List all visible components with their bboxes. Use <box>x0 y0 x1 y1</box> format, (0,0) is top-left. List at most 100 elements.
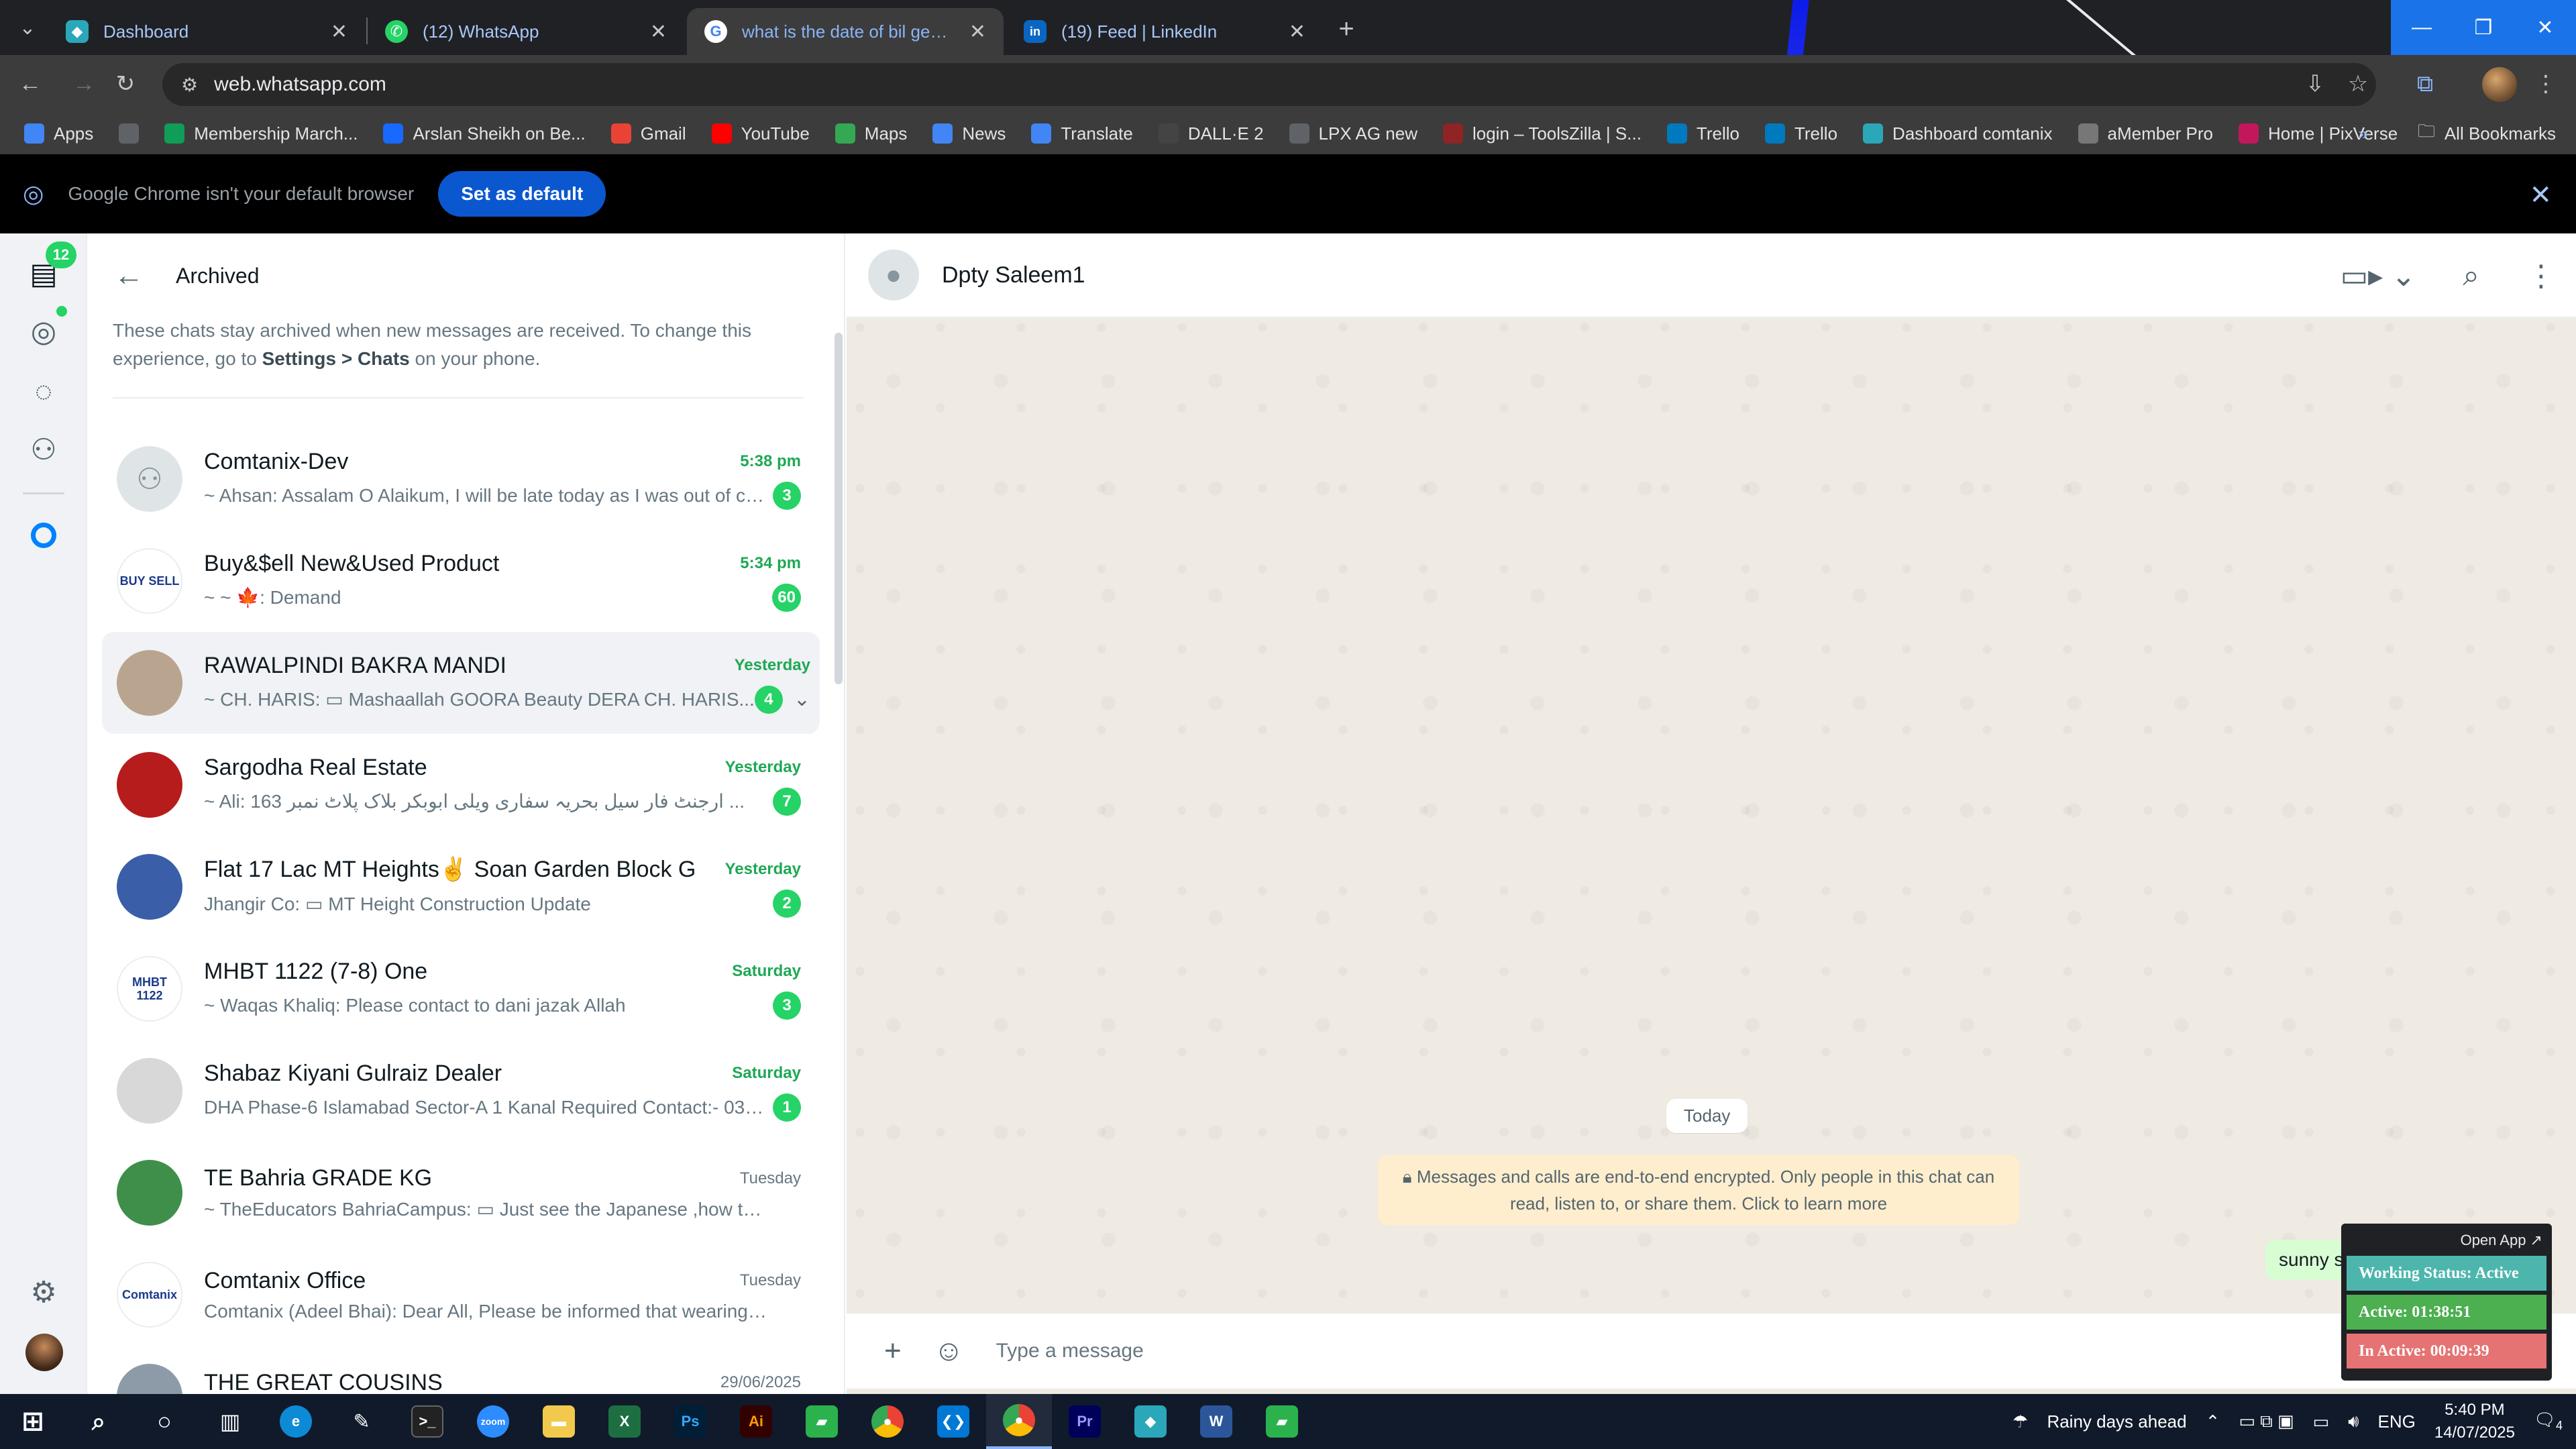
bookmark-item[interactable]: Trello <box>1666 123 1739 144</box>
encryption-notice[interactable]: 🔒︎ Messages and calls are end-to-end enc… <box>1378 1155 2019 1225</box>
install-app-icon[interactable]: ⇩ <box>2298 67 2332 101</box>
forward-arrow-icon[interactable]: → <box>67 67 101 101</box>
bookmark-item[interactable]: Trello <box>1764 123 1837 144</box>
new-tab-button[interactable]: + <box>1330 12 1363 46</box>
channels-icon[interactable]: ◌ <box>22 370 65 413</box>
chat-list-item[interactable]: RAWALPINDI BAKRA MANDI Yesterday ~ CH. HAR… <box>102 632 820 734</box>
tab-close-icon[interactable]: ✕ <box>969 20 986 44</box>
illustrator-icon[interactable]: Ai <box>723 1394 789 1449</box>
infobar-close-icon[interactable]: ✕ <box>2529 180 2552 211</box>
volume-icon[interactable]: 🔊︎ <box>2348 1411 2359 1432</box>
pen-icon[interactable]: ✎ <box>329 1394 394 1449</box>
tray-chevron-icon[interactable]: ⌃ <box>2206 1411 2220 1432</box>
more-bookmarks-chevron-icon[interactable]: » <box>2358 123 2367 144</box>
bookmark-item[interactable]: Membership March... <box>164 123 358 144</box>
weather-umbrella-icon[interactable]: ☂ <box>2012 1411 2028 1432</box>
network-icon[interactable]: ▭ <box>2313 1411 2330 1432</box>
photoshop-icon[interactable]: Ps <box>657 1394 723 1449</box>
zoom-icon[interactable]: zoom <box>460 1394 526 1449</box>
tab-dashboard[interactable]: ◆ Dashboard ✕ <box>48 8 365 55</box>
chat-list-item[interactable]: BUY SELL Buy&$ell New&Used Product 5:34 pm… <box>102 530 820 632</box>
vscode-icon[interactable]: ❮❯ <box>920 1394 986 1449</box>
tab-linkedin[interactable]: in (19) Feed | LinkedIn ✕ <box>1006 8 1323 55</box>
excel-icon[interactable]: X <box>592 1394 657 1449</box>
restore-button[interactable]: ❐ <box>2453 0 2514 55</box>
chat-list-item[interactable]: TE Bahria GRADE KG Tuesday ~ TheEducators … <box>102 1142 820 1244</box>
reload-icon[interactable]: ↻ <box>109 67 142 101</box>
profile-avatar[interactable] <box>2482 67 2517 102</box>
bookmark-item[interactable]: News <box>932 123 1006 144</box>
app-green-icon[interactable]: ▰ <box>789 1394 855 1449</box>
bookmark-item[interactable]: Dashboard comtanix <box>1863 123 2053 144</box>
menu-dots-icon[interactable]: ⋮ <box>2526 259 2556 293</box>
bookmark-star-icon[interactable]: ☆ <box>2341 67 2375 101</box>
chrome-menu-icon[interactable]: ⋮ <box>2529 67 2563 101</box>
chat-list-item[interactable]: ⚇ Comtanix-Dev 5:38 pm ~ Ahsan: Assalam O A… <box>102 428 820 530</box>
edge-icon[interactable]: e <box>263 1394 329 1449</box>
bookmark-item[interactable]: aMember Pro <box>2078 123 2213 144</box>
status-icon[interactable]: ◎ <box>22 310 65 353</box>
conversation-header[interactable]: ● Dpty Saleem1 <box>847 233 2576 318</box>
chat-list-item[interactable]: Flat 17 Lac MT Heights✌️ Soan Garden Blo… <box>102 836 820 938</box>
tray-app-icons[interactable]: ▭ ⧉ ▣ <box>2239 1411 2294 1432</box>
extensions-icon[interactable]: ⧉ <box>2408 67 2442 101</box>
tab-google-search[interactable]: G what is the date of bil generati ✕ <box>687 8 1004 55</box>
chrome-icon[interactable]: ● <box>855 1394 920 1449</box>
back-arrow-icon[interactable]: ← <box>13 67 47 101</box>
communities-icon[interactable]: ⚇ <box>22 428 65 471</box>
file-explorer-icon[interactable]: ▬ <box>526 1394 592 1449</box>
close-window-button[interactable]: ✕ <box>2514 0 2576 55</box>
meta-ai-icon[interactable] <box>22 514 65 557</box>
open-app-link[interactable]: Open App ↗ <box>2347 1229 2546 1256</box>
word-icon[interactable]: W <box>1183 1394 1249 1449</box>
bookmark-item[interactable]: login – ToolsZilla | S... <box>1442 123 1642 144</box>
bookmark-item[interactable]: LPX AG new <box>1289 123 1417 144</box>
contact-avatar-icon[interactable]: ● <box>868 250 919 301</box>
settings-gear-icon[interactable]: ⚙ <box>22 1271 65 1313</box>
tab-whatsapp[interactable]: ✆ (12) WhatsApp ✕ <box>368 8 684 55</box>
back-arrow-icon[interactable]: ← <box>114 259 144 292</box>
address-bar[interactable]: ⚙ web.whatsapp.com <box>162 63 2376 106</box>
bookmark-item[interactable]: Apps <box>24 123 93 144</box>
terminal-icon[interactable]: >_ <box>394 1394 460 1449</box>
search-icon[interactable]: ⌕ <box>2463 259 2479 292</box>
app-green2-icon[interactable]: ▰ <box>1249 1394 1315 1449</box>
sticker-emoji-icon[interactable]: ☺ <box>934 1334 964 1368</box>
app-teal-icon[interactable]: ◆ <box>1118 1394 1183 1449</box>
tab-close-icon[interactable]: ✕ <box>650 20 667 44</box>
bookmark-item[interactable]: Arslan Sheikh on Be... <box>383 123 586 144</box>
bookmark-item[interactable]: Maps <box>835 123 907 144</box>
bookmark-item[interactable]: YouTube <box>711 123 810 144</box>
message-input[interactable]: Type a message <box>996 1340 1144 1362</box>
task-view-icon[interactable]: ▥ <box>197 1394 263 1449</box>
tab-close-icon[interactable]: ✕ <box>1289 20 1305 44</box>
tab-close-icon[interactable]: ✕ <box>331 20 347 44</box>
cortana-icon[interactable]: ○ <box>131 1394 197 1449</box>
bookmark-item[interactable]: Gmail <box>610 123 686 144</box>
clock[interactable]: 5:40 PM 14/07/2025 <box>2434 1399 2515 1444</box>
chrome-active-icon[interactable]: ● <box>986 1394 1052 1449</box>
language-indicator[interactable]: ENG <box>2378 1411 2416 1432</box>
set-as-default-button[interactable]: Set as default <box>438 171 606 217</box>
search-icon[interactable]: ⌕ <box>66 1394 131 1449</box>
attach-plus-icon[interactable]: + <box>884 1334 902 1368</box>
contact-name[interactable]: Dpty Saleem1 <box>942 262 1085 288</box>
premiere-icon[interactable]: Pr <box>1052 1394 1118 1449</box>
weather-text[interactable]: Rainy days ahead <box>2047 1411 2186 1432</box>
video-call-icon[interactable]: ▭▸ ⌄ <box>2341 259 2416 293</box>
minimize-button[interactable]: — <box>2391 0 2453 55</box>
tab-search-chevron-icon[interactable]: ⌄ <box>12 12 43 43</box>
chat-list-item[interactable]: Comtanix Comtanix Office Tuesday Comtanix (… <box>102 1244 820 1346</box>
site-info-icon[interactable]: ⚙ <box>181 74 198 96</box>
chat-list-item[interactable]: MHBT 1122 MHBT 1122 (7-8) One Saturday ~ Wa… <box>102 938 820 1040</box>
bookmark-item[interactable] <box>119 123 140 144</box>
chevron-down-icon[interactable]: ⌄ <box>794 688 810 711</box>
all-bookmarks-link[interactable]: All Bookmarks <box>2445 123 2556 144</box>
bookmark-item[interactable]: DALL·E 2 <box>1158 123 1264 144</box>
profile-avatar[interactable] <box>25 1334 63 1371</box>
chat-list-item[interactable]: Sargodha Real Estate Yesterday ~ Ali: ارجن… <box>102 734 820 836</box>
bookmark-item[interactable]: Translate <box>1031 123 1133 144</box>
chat-list-item[interactable]: Shabaz Kiyani Gulraiz Dealer Saturday DHA … <box>102 1040 820 1142</box>
start-button[interactable]: ⊞ <box>0 1394 66 1449</box>
chat-list-scrollbar[interactable] <box>835 333 843 684</box>
